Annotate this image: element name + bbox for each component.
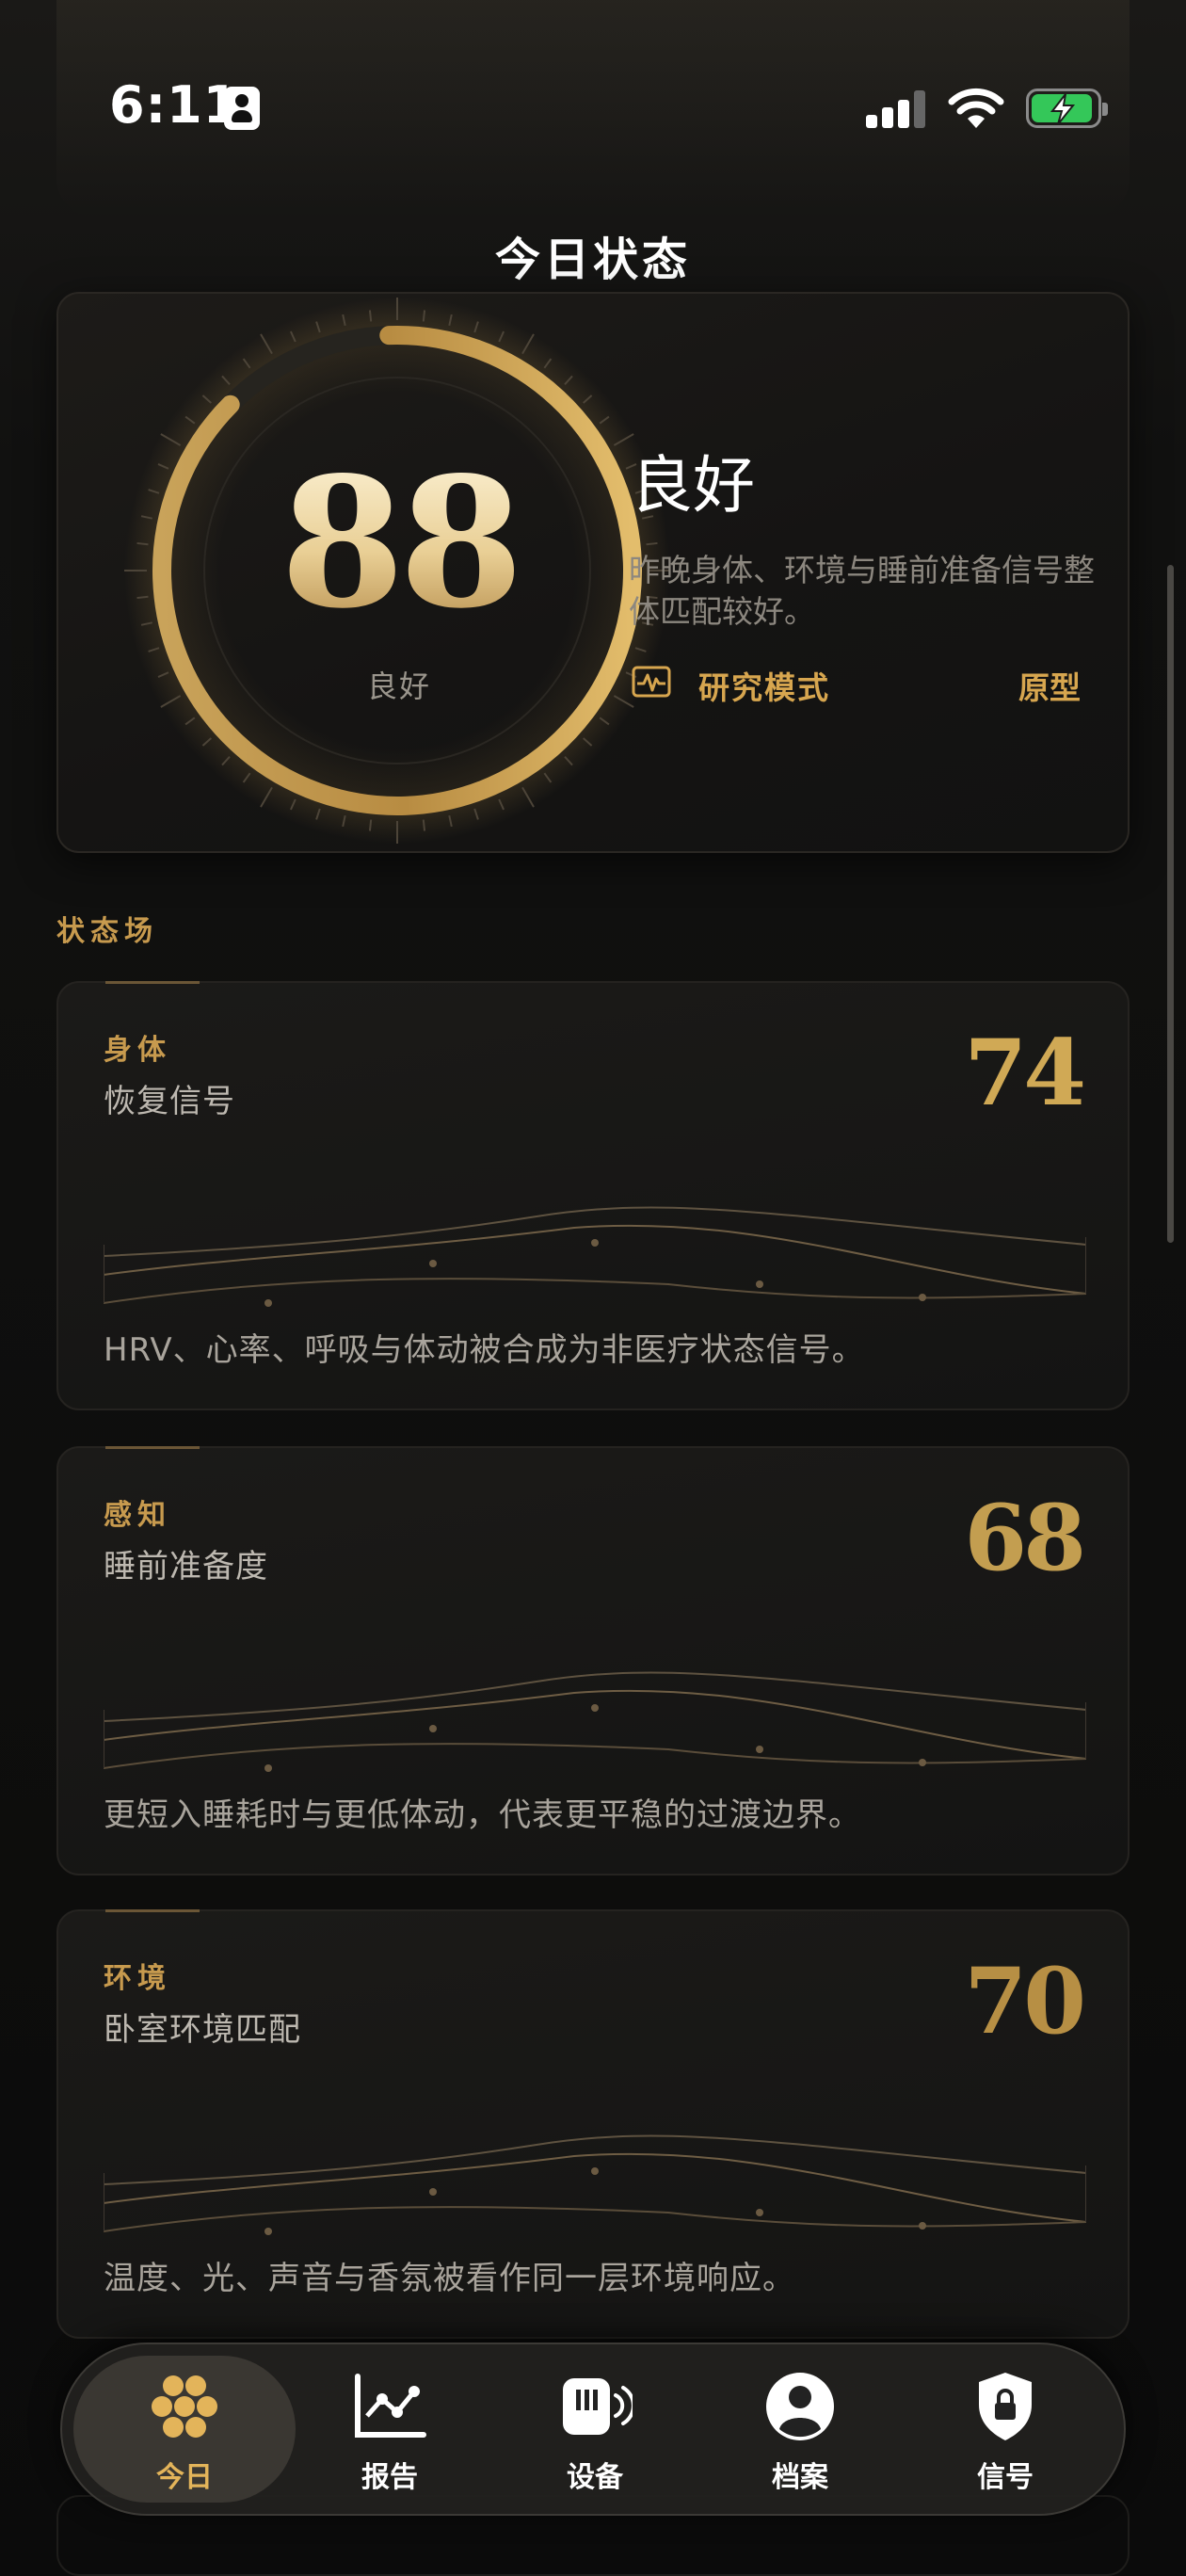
field-card-perception[interactable]: 感知 睡前准备度 68 更短入睡耗时与更低体动，代表更平稳的过渡边界。 (56, 1446, 1130, 1876)
field-score: 70 (964, 1948, 1086, 2054)
cellular-signal-icon (866, 90, 928, 128)
state-label: 良好 (631, 449, 755, 522)
scrollbar[interactable] (1167, 565, 1174, 1243)
tab-label: 今日 (156, 2461, 213, 2494)
field-kicker: 身体 (104, 1034, 171, 1067)
tab-label: 档案 (772, 2461, 828, 2494)
status-bar: 6:11 (0, 0, 1186, 141)
field-title: 卧室环境匹配 (104, 2011, 301, 2049)
page-title: 今日状态 (494, 233, 691, 286)
shield-lock-icon (979, 2373, 1032, 2440)
bottom-tab-bar: 今日 报告 设备 档案 信号 (60, 2343, 1126, 2516)
field-description: 温度、光、声音与香氛被看作同一层环境响应。 (104, 2260, 795, 2297)
signal-wave-graphic (104, 2134, 1086, 2235)
tab-profile[interactable]: 档案 (689, 2356, 911, 2503)
field-card-environment[interactable]: 环境 卧室环境匹配 70 温度、光、声音与香氛被看作同一层环境响应。 (56, 1909, 1130, 2339)
tab-device[interactable]: 设备 (484, 2356, 706, 2503)
tab-report[interactable]: 报告 (279, 2356, 501, 2503)
field-score: 68 (964, 1485, 1086, 1591)
tab-label: 报告 (361, 2461, 418, 2494)
research-mode-toggle[interactable]: 研究模式 (698, 663, 830, 708)
field-kicker: 环境 (104, 1962, 171, 1995)
field-title: 恢复信号 (104, 1083, 235, 1120)
tab-label: 信号 (977, 2461, 1034, 2494)
wifi-icon (948, 88, 1004, 128)
signal-wave-graphic (104, 1671, 1086, 1772)
field-card-body[interactable]: 身体 恢复信号 74 HRV、心率、呼吸与体动被合成为非医疗状态信号。 (56, 981, 1130, 1410)
field-description: 更短入睡耗时与更低体动，代表更平稳的过渡边界。 (104, 1796, 861, 1834)
tab-today[interactable]: 今日 (73, 2356, 296, 2503)
status-time: 6:11 (109, 75, 240, 135)
field-title: 睡前准备度 (104, 1548, 268, 1586)
field-score: 74 (964, 1020, 1086, 1126)
battery-charging-icon (1026, 89, 1108, 128)
waveform-monitor-icon (632, 666, 671, 698)
tab-signal[interactable]: 信号 (894, 2356, 1116, 2503)
prototype-badge: 原型 (1018, 669, 1081, 706)
signal-wave-graphic (104, 1206, 1086, 1307)
chart-line-icon (355, 2374, 426, 2438)
device-speaker-icon (563, 2378, 633, 2435)
field-description: HRV、心率、呼吸与体动被合成为非医疗状态信号。 (104, 1331, 865, 1369)
daily-score-card[interactable]: 88 良好 良好 昨晚身体、环境与睡前准备信号整体匹配较好。 研究模式 原型 (56, 292, 1130, 853)
flower-dots-icon (152, 2375, 217, 2438)
focus-person-icon (224, 87, 260, 130)
tab-label: 设备 (567, 2461, 623, 2494)
profile-person-icon (766, 2373, 834, 2440)
section-title: 状态场 (56, 915, 158, 948)
state-description: 昨晚身体、环境与睡前准备信号整体匹配较好。 (629, 552, 1095, 630)
field-kicker: 感知 (104, 1499, 171, 1532)
